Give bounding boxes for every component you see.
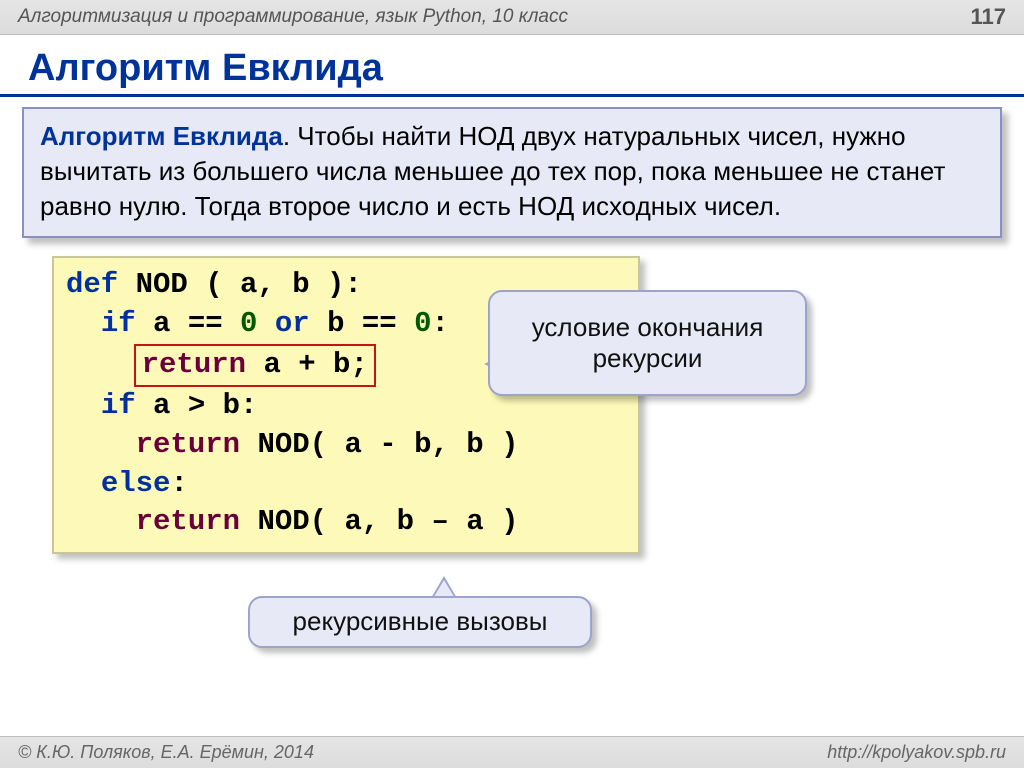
callout-recursive: рекурсивные вызовы (248, 596, 592, 648)
page-number: 117 (971, 4, 1007, 30)
code-line-5: return NOD( a - b, b ) (66, 426, 626, 465)
breadcrumb: Алгоритмизация и программирование, язык … (18, 6, 568, 28)
callout-termination: условие окончания рекурсии (488, 290, 807, 396)
code-line-6: else: (66, 465, 626, 504)
return-highlight-box: return a + b; (134, 344, 376, 387)
definition-box: Алгоритм Евклида. Чтобы найти НОД двух н… (22, 107, 1002, 238)
slide-footer: © К.Ю. Поляков, Е.А. Ерёмин, 2014 http:/… (0, 736, 1024, 768)
footer-link: http://kpolyakov.spb.ru (827, 742, 1006, 763)
page-title: Алгоритм Евклида (0, 35, 1024, 97)
code-line-7: return NOD( a, b – a ) (66, 503, 626, 542)
definition-lead: Алгоритм Евклида (40, 121, 283, 151)
copyright: © К.Ю. Поляков, Е.А. Ерёмин, 2014 (18, 742, 314, 763)
slide-header: Алгоритмизация и программирование, язык … (0, 0, 1024, 35)
